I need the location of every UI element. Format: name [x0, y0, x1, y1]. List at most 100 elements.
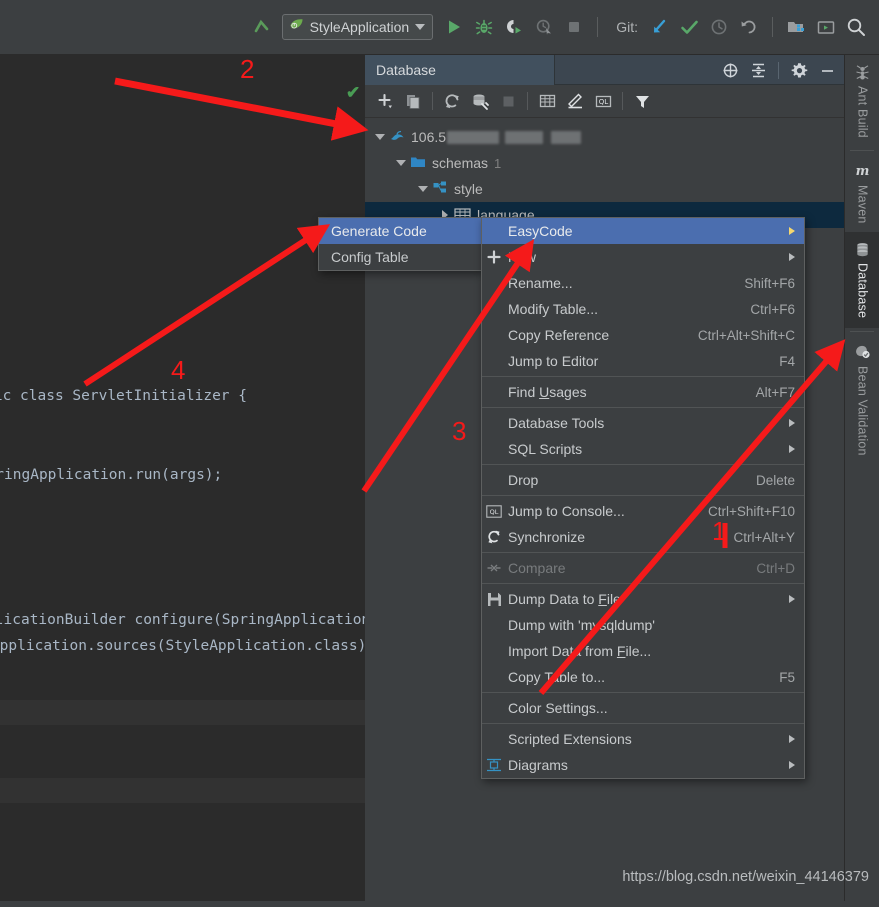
menu-item-label: Copy Reference [508, 327, 610, 343]
expand-all-icon[interactable] [717, 57, 743, 83]
menu-item-jump-to-console[interactable]: QL Jump to Console... Ctrl+Shift+F10 [482, 498, 804, 524]
folder-icon [410, 155, 426, 172]
redacted-host-1 [447, 130, 500, 144]
database-tree[interactable]: 106.5 schemas 1 style language [365, 118, 844, 228]
duplicate-icon[interactable] [399, 88, 427, 114]
menu-item-new[interactable]: New [482, 244, 804, 270]
database-toolbar: QL [365, 85, 844, 118]
database-icon [854, 239, 871, 259]
menu-item-label: EasyCode [508, 223, 573, 239]
svg-text:QL: QL [490, 508, 499, 516]
run-button[interactable] [439, 12, 469, 42]
collapse-all-icon[interactable] [745, 57, 771, 83]
toolbar-divider-2 [772, 17, 773, 37]
add-data-source-icon[interactable] [371, 88, 399, 114]
rollback-button[interactable] [734, 12, 764, 42]
sidebar-item-bean-validation[interactable]: Bean Validation [845, 335, 879, 465]
menu-item-database-tools[interactable]: Database Tools [482, 410, 804, 436]
commit-button[interactable] [674, 12, 704, 42]
menu-item-dump-data-to-file[interactable]: Dump Data to File [482, 586, 804, 612]
search-everywhere-button[interactable] [841, 12, 871, 42]
tab-database[interactable]: Database [365, 54, 555, 85]
query-console-icon[interactable]: QL [589, 88, 617, 114]
menu-item-jump-to-editor[interactable]: Jump to Editor F4 [482, 348, 804, 374]
menu-item-label: Copy Table to... [508, 669, 606, 685]
menu-item-label: Scripted Extensions [508, 731, 632, 747]
table-context-menu[interactable]: EasyCode New Rename... Shift+F6 Modify T… [481, 217, 805, 779]
menu-item-label: Jump to Console... [508, 503, 625, 519]
project-structure-button[interactable] [781, 12, 811, 42]
debug-button[interactable] [469, 12, 499, 42]
menu-separator [482, 583, 804, 584]
sync-icon [482, 529, 506, 545]
tree-row[interactable]: 106.5 [365, 124, 844, 150]
rail-divider-1 [850, 149, 874, 151]
menu-item-diagrams[interactable]: Diagrams [482, 752, 804, 778]
menu-item-import-data-from-file[interactable]: Import Data from File... [482, 638, 804, 664]
annotation-number-2: 2 [240, 54, 255, 84]
menu-separator [482, 407, 804, 408]
menu-item-color-settings[interactable]: Color Settings... [482, 695, 804, 721]
minimize-icon[interactable] [814, 57, 840, 83]
run-with-coverage-button[interactable] [499, 12, 529, 42]
easycode-submenu[interactable]: Generate Code Config Table [318, 217, 482, 271]
navigate-back-icon[interactable] [246, 12, 276, 42]
menu-item-sql-scripts[interactable]: SQL Scripts [482, 436, 804, 462]
menu-item-drop[interactable]: Drop Delete [482, 467, 804, 493]
twisty-down-icon[interactable] [371, 134, 389, 140]
tree-row-label: 106.5 [411, 129, 447, 145]
save-disk-icon [482, 592, 506, 607]
annotation-number-4: 4 [171, 355, 186, 385]
stop-button[interactable] [559, 12, 589, 42]
menu-item-modify-table[interactable]: Modify Table... Ctrl+F6 [482, 296, 804, 322]
code-editor[interactable]: public class ServletInitializer { Spring… [0, 55, 365, 907]
update-project-button[interactable] [644, 12, 674, 42]
tree-row[interactable]: schemas 1 [365, 150, 844, 176]
refresh-icon[interactable] [438, 88, 466, 114]
menu-item-label: Generate Code [331, 223, 427, 239]
menu-item-synchronize[interactable]: Synchronize Ctrl+Alt+Y [482, 524, 804, 550]
menu-item-dump-with-mysqldump[interactable]: Dump with 'mysqldump' [482, 612, 804, 638]
code-line: public class ServletInitializer { [0, 388, 248, 404]
twisty-down-icon[interactable] [414, 186, 432, 192]
table-editor-icon[interactable] [533, 88, 561, 114]
menu-item-easycode[interactable]: EasyCode [482, 218, 804, 244]
menu-item-copy-table-to[interactable]: Copy Table to... F5 [482, 664, 804, 690]
tree-row[interactable]: style [365, 176, 844, 202]
menu-item-copy-reference[interactable]: Copy Reference Ctrl+Alt+Shift+C [482, 322, 804, 348]
menu-item-label: Synchronize [508, 529, 586, 545]
twisty-down-icon[interactable] [392, 160, 410, 166]
menu-item-scripted-extensions[interactable]: Scripted Extensions [482, 726, 804, 752]
profile-button[interactable] [529, 12, 559, 42]
menu-item-label: Find Usages [508, 384, 587, 400]
diagram-icon [482, 758, 506, 772]
menu-item-config-table[interactable]: Config Table [319, 244, 481, 270]
submenu-arrow-icon [789, 735, 795, 743]
filter-icon[interactable] [628, 88, 656, 114]
submenu-arrow-icon [789, 419, 795, 427]
run-configuration-selector[interactable]: StyleApplication [281, 14, 434, 40]
sidebar-item-maven[interactable]: m Maven [845, 154, 879, 233]
history-button[interactable] [704, 12, 734, 42]
terminal-button[interactable] [811, 12, 841, 42]
tool-window-rail: Ant Build m Maven Database Bean Validati… [844, 55, 879, 907]
modify-icon[interactable] [561, 88, 589, 114]
submenu-arrow-icon [789, 253, 795, 261]
menu-item-label: New [508, 249, 537, 265]
menu-separator [482, 376, 804, 377]
editor-highlight-line [0, 778, 365, 803]
mysql-dolphin-icon [389, 128, 405, 147]
menu-item-find-usages[interactable]: Find Usages Alt+F7 [482, 379, 804, 405]
sidebar-item-ant-build[interactable]: Ant Build [845, 55, 879, 147]
chevron-down-icon[interactable] [415, 24, 426, 30]
mnemonic-u: U [539, 384, 550, 400]
sidebar-item-database[interactable]: Database [845, 232, 879, 328]
db-tools-icon[interactable] [466, 88, 494, 114]
code-line: protected SpringApplicationBuilder confi… [0, 612, 365, 628]
menu-separator [482, 464, 804, 465]
menu-item-rename[interactable]: Rename... Shift+F6 [482, 270, 804, 296]
gear-icon[interactable] [786, 57, 812, 83]
menu-separator [482, 723, 804, 724]
redacted-host-3 [551, 130, 582, 144]
menu-item-generate-code[interactable]: Generate Code [319, 218, 481, 244]
